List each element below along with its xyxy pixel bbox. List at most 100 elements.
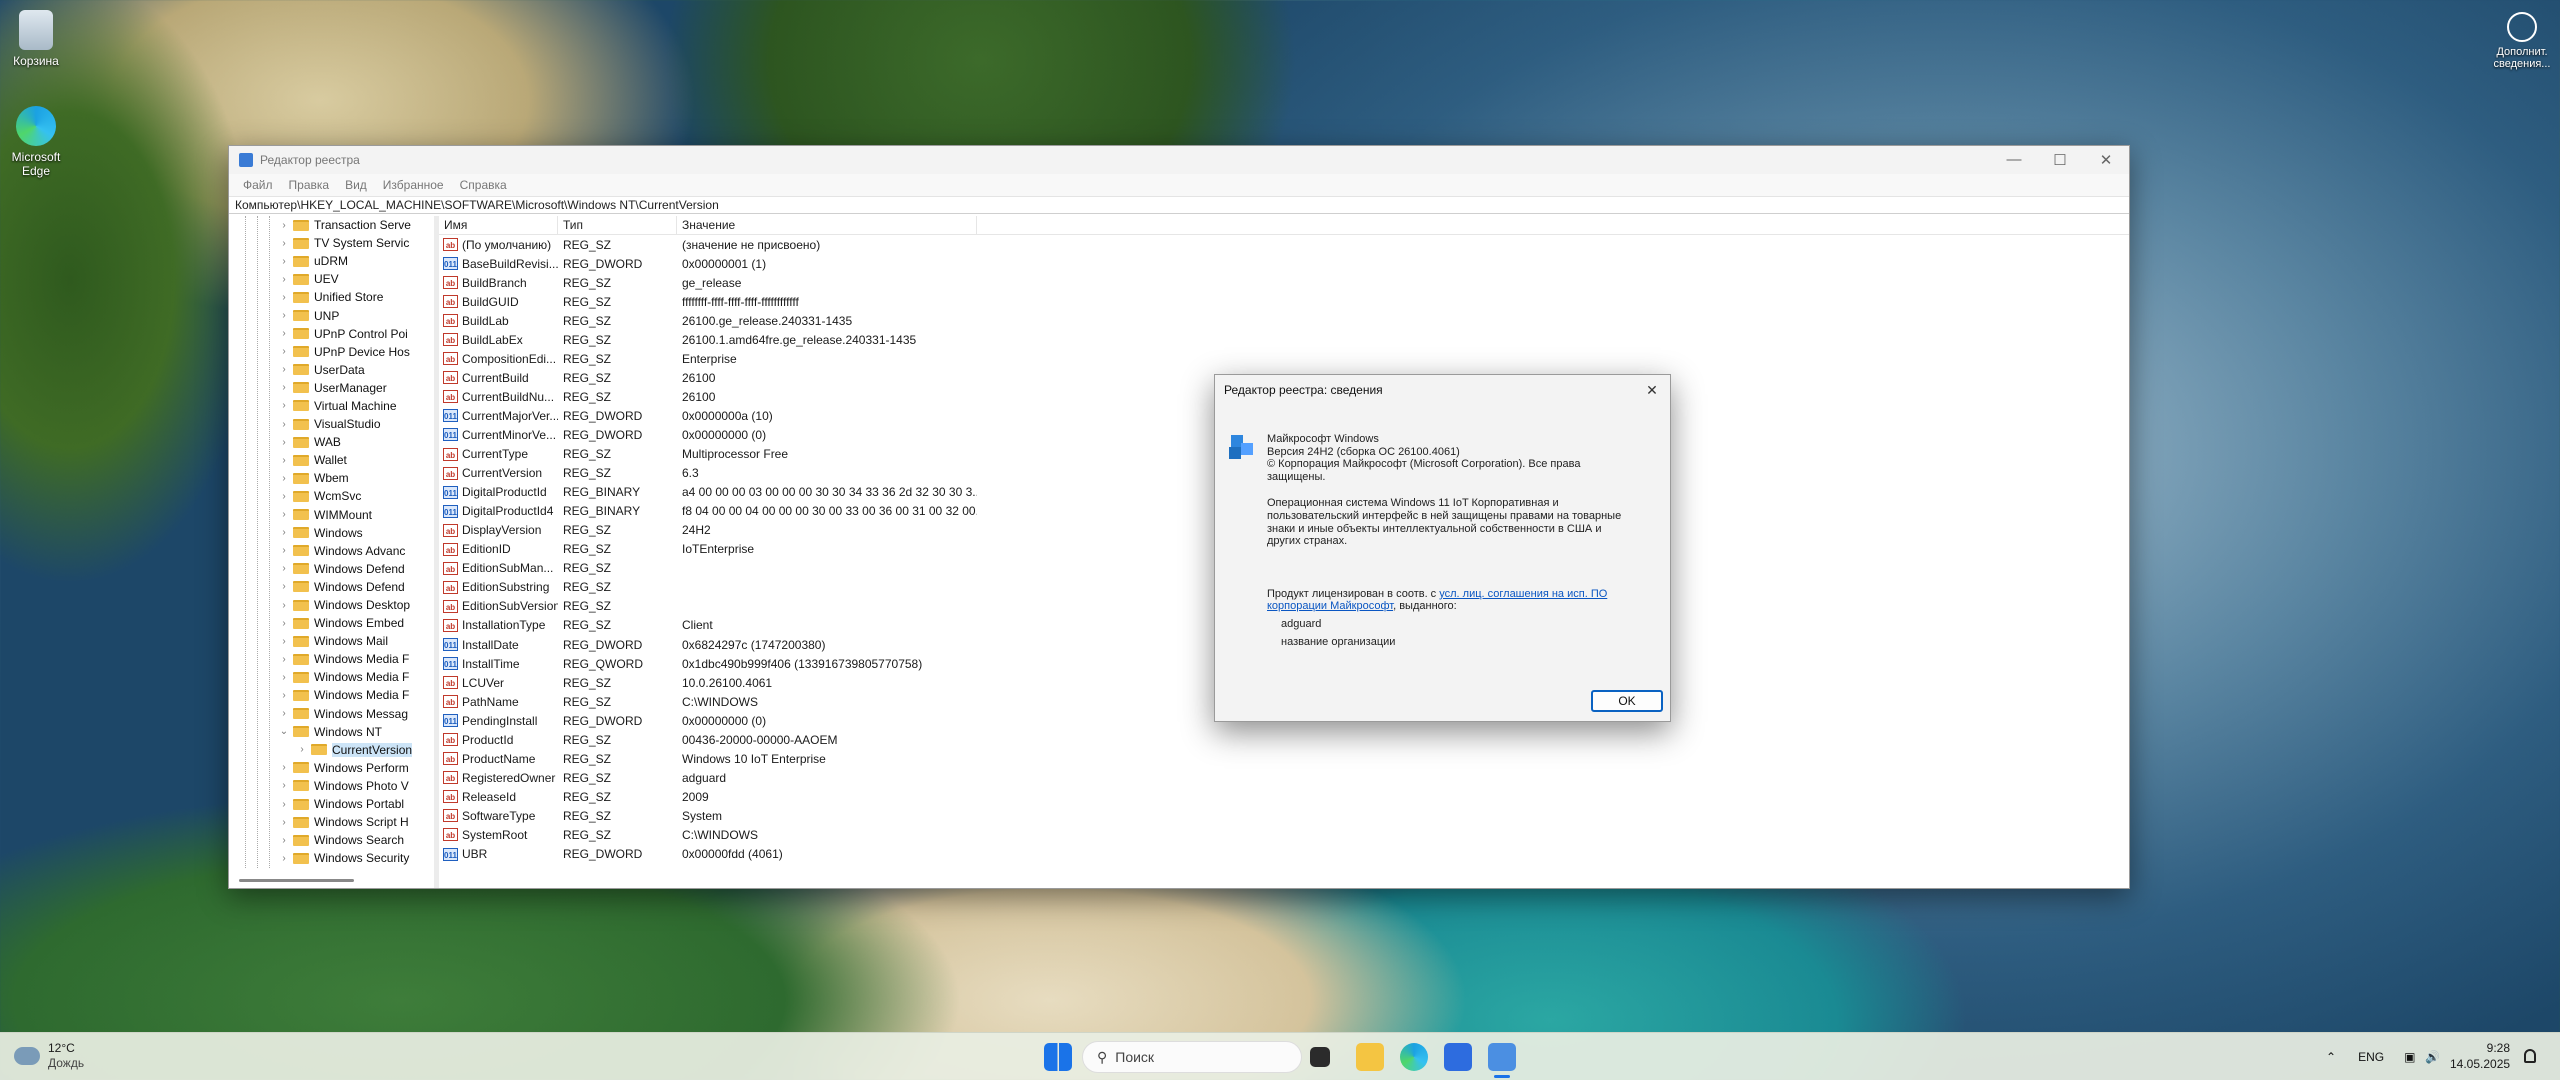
chevron-right-icon[interactable]: › xyxy=(275,419,293,430)
chevron-right-icon[interactable]: › xyxy=(275,292,293,303)
chevron-right-icon[interactable]: › xyxy=(275,618,293,629)
tree-item[interactable]: › Windows Search xyxy=(229,831,434,849)
tree-item[interactable]: › Windows Defend xyxy=(229,560,434,578)
value-row[interactable]: ab SystemRoot REG_SZ C:\WINDOWS xyxy=(439,825,2129,844)
tree-item[interactable]: › Windows Mail xyxy=(229,632,434,650)
tree-item[interactable]: › Windows xyxy=(229,524,434,542)
clock[interactable]: 9:28 14.05.2025 xyxy=(2450,1040,2510,1072)
dialog-close-icon[interactable]: ✕ xyxy=(1634,382,1670,399)
title-bar[interactable]: Редактор реестра — ☐ ✕ xyxy=(229,146,2129,174)
chevron-right-icon[interactable]: › xyxy=(275,220,293,231)
edge-taskbar-icon[interactable] xyxy=(1400,1043,1428,1071)
network-icon[interactable]: ▣ xyxy=(2404,1050,2415,1064)
chevron-right-icon[interactable]: › xyxy=(275,509,293,520)
tree-item[interactable]: › Windows Portabl xyxy=(229,795,434,813)
start-windows-icon[interactable] xyxy=(1044,1043,1072,1071)
chevron-right-icon[interactable]: › xyxy=(275,491,293,502)
chevron-right-icon[interactable]: › xyxy=(275,256,293,267)
chevron-right-icon[interactable]: › xyxy=(275,382,293,393)
tree-item[interactable]: › WAB xyxy=(229,433,434,451)
chevron-right-icon[interactable]: › xyxy=(275,799,293,810)
column-type[interactable]: Тип xyxy=(558,216,677,234)
chevron-right-icon[interactable]: › xyxy=(275,437,293,448)
chevron-right-icon[interactable]: › xyxy=(275,581,293,592)
value-row[interactable]: ab (По умолчанию) REG_SZ (значение не присв… xyxy=(439,235,2129,254)
tree-item[interactable]: › Windows Perform xyxy=(229,759,434,777)
tree-item[interactable]: › WcmSvc xyxy=(229,487,434,505)
tree-item[interactable]: › UPnP Device Hos xyxy=(229,343,434,361)
tree-item[interactable]: › WIMMount xyxy=(229,506,434,524)
value-row[interactable]: ab BuildLabEx REG_SZ 26100.1.amd64fre.ge_re… xyxy=(439,330,2129,349)
minimize-icon[interactable]: — xyxy=(1991,151,2037,169)
chevron-right-icon[interactable]: › xyxy=(275,473,293,484)
language-indicator[interactable]: ENG xyxy=(2358,1050,2384,1064)
chevron-right-icon[interactable]: › xyxy=(275,817,293,828)
tree-item[interactable]: › Windows Photo V xyxy=(229,777,434,795)
value-row[interactable]: ab SoftwareType REG_SZ System xyxy=(439,806,2129,825)
chevron-right-icon[interactable]: › xyxy=(275,455,293,466)
tree-item[interactable]: › Windows Media F xyxy=(229,650,434,668)
weather-widget[interactable]: 12°C Дождь xyxy=(14,1041,84,1071)
chevron-right-icon[interactable]: › xyxy=(275,328,293,339)
value-row[interactable]: 011 UBR REG_DWORD 0x00000fdd (4061) xyxy=(439,845,2129,864)
desktop-icon-edge[interactable]: Microsoft Edge xyxy=(0,106,72,178)
chevron-right-icon[interactable]: › xyxy=(275,238,293,249)
chevron-right-icon[interactable]: › xyxy=(275,654,293,665)
value-row[interactable]: ab ProductId REG_SZ 00436-20000-00000-AAOEM xyxy=(439,730,2129,749)
notification-widget[interactable]: Дополнит. сведения... xyxy=(2492,12,2552,70)
chevron-up-icon[interactable]: ⌃ xyxy=(2326,1050,2336,1064)
tree-horizontal-scrollbar[interactable] xyxy=(239,879,354,882)
chevron-right-icon[interactable]: › xyxy=(275,853,293,864)
chevron-right-icon[interactable]: › xyxy=(275,600,293,611)
chevron-right-icon[interactable]: › xyxy=(275,545,293,556)
value-row[interactable]: ab ProductName REG_SZ Windows 10 IoT Enterp… xyxy=(439,749,2129,768)
tree-item[interactable]: › Unified Store xyxy=(229,288,434,306)
menu-file[interactable]: Файл xyxy=(235,178,281,192)
ok-button[interactable]: OK xyxy=(1591,690,1663,712)
menu-favorites[interactable]: Избранное xyxy=(375,178,452,192)
tree-item[interactable]: › Windows Media F xyxy=(229,668,434,686)
tree-item[interactable]: › UserData xyxy=(229,361,434,379)
tree-item[interactable]: › Transaction Serve xyxy=(229,216,434,234)
value-row[interactable]: 011 BaseBuildRevisi... REG_DWORD 0x00000001… xyxy=(439,254,2129,273)
key-tree[interactable]: › Transaction Serve › TV System Servic › uDRM… xyxy=(229,216,439,888)
chevron-right-icon[interactable]: › xyxy=(275,690,293,701)
tree-item[interactable]: › UEV xyxy=(229,270,434,288)
tree-item[interactable]: › Virtual Machine xyxy=(229,397,434,415)
chevron-down-icon[interactable]: ⌄ xyxy=(275,726,293,737)
chevron-right-icon[interactable]: › xyxy=(275,563,293,574)
tree-item[interactable]: › VisualStudio xyxy=(229,415,434,433)
chevron-right-icon[interactable]: › xyxy=(275,708,293,719)
tree-item[interactable]: › UPnP Control Poi xyxy=(229,325,434,343)
chevron-right-icon[interactable]: › xyxy=(275,364,293,375)
value-row[interactable]: ab BuildGUID REG_SZ ffffffff-ffff-ffff-ffff… xyxy=(439,292,2129,311)
tree-item[interactable]: › Wallet xyxy=(229,451,434,469)
column-name[interactable]: Имя xyxy=(439,216,558,234)
chevron-right-icon[interactable]: › xyxy=(275,346,293,357)
value-row[interactable]: ab BuildLab REG_SZ 26100.ge_release.240331-… xyxy=(439,311,2129,330)
chevron-right-icon[interactable]: › xyxy=(275,780,293,791)
tree-item[interactable]: › UNP xyxy=(229,306,434,324)
chevron-right-icon[interactable]: › xyxy=(275,762,293,773)
tree-item[interactable]: › Windows Messag xyxy=(229,705,434,723)
chevron-right-icon[interactable]: › xyxy=(275,672,293,683)
tree-item[interactable]: › TV System Servic xyxy=(229,234,434,252)
chevron-right-icon[interactable]: › xyxy=(275,310,293,321)
maximize-icon[interactable]: ☐ xyxy=(2037,151,2083,169)
volume-icon[interactable]: 🔊 xyxy=(2425,1050,2440,1064)
tree-item[interactable]: › UserManager xyxy=(229,379,434,397)
tree-item[interactable]: › Windows Embed xyxy=(229,614,434,632)
notification-bell-icon[interactable] xyxy=(2524,1049,2536,1063)
desktop-icon-recycle-bin[interactable]: Корзина xyxy=(0,10,72,68)
close-icon[interactable]: ✕ xyxy=(2083,151,2129,169)
chevron-right-icon[interactable]: › xyxy=(275,400,293,411)
chevron-right-icon[interactable]: › xyxy=(275,274,293,285)
tree-item[interactable]: › Windows Media F xyxy=(229,686,434,704)
chevron-right-icon[interactable]: › xyxy=(275,527,293,538)
tree-item[interactable]: › uDRM xyxy=(229,252,434,270)
tree-item[interactable]: › Windows Defend xyxy=(229,578,434,596)
value-row[interactable]: ab CompositionEdi... REG_SZ Enterprise xyxy=(439,349,2129,368)
menu-edit[interactable]: Правка xyxy=(281,178,338,192)
store-icon[interactable] xyxy=(1444,1043,1472,1071)
task-view-icon[interactable] xyxy=(1310,1047,1330,1067)
